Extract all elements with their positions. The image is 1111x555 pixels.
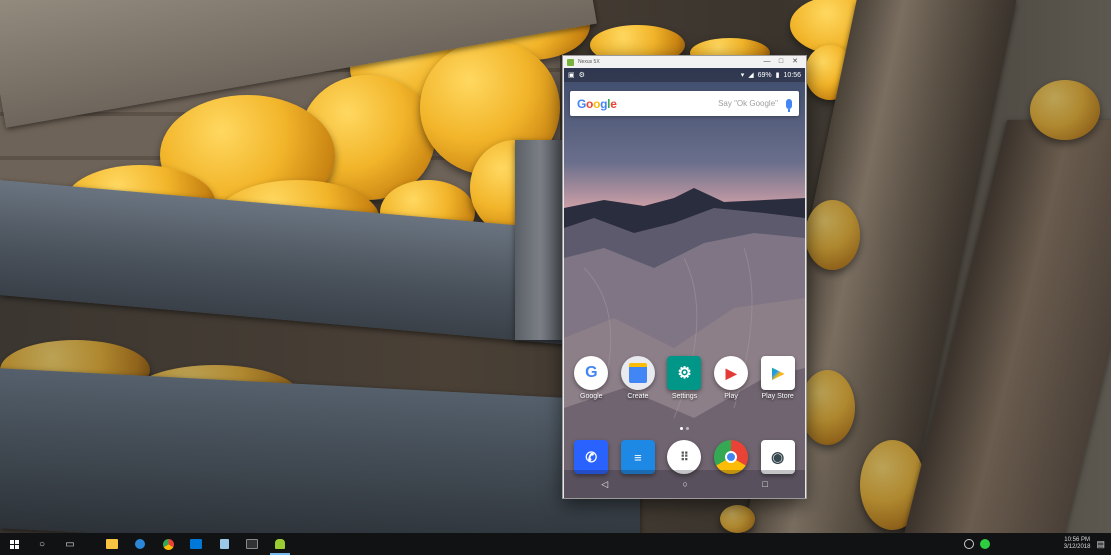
terminal-icon bbox=[246, 539, 258, 549]
dock-phone[interactable]: ✆ bbox=[569, 440, 613, 474]
folder-icon bbox=[106, 539, 118, 549]
emulator-title: Nexus 5X bbox=[578, 59, 600, 65]
crate-slat bbox=[0, 368, 640, 533]
lemon bbox=[800, 370, 855, 445]
android-navbar: ◁ ○ □ bbox=[564, 470, 805, 498]
app-label: Create bbox=[627, 393, 649, 400]
android-screen[interactable]: ▣ ⚙ ▾ ◢ 69% ▮ 10:56 Google Say "Ok Googl… bbox=[564, 68, 805, 498]
taskbar-chrome[interactable] bbox=[154, 533, 182, 555]
notification-image-icon: ▣ bbox=[568, 72, 575, 79]
play-store-icon: ▶ bbox=[760, 356, 795, 390]
windows-taskbar: ○ ▭ 10:56 PM 3/12/2018 ▤ bbox=[0, 533, 1111, 555]
settings-gear-icon: ⚙ bbox=[667, 356, 702, 390]
task-view-icon: ▭ bbox=[65, 538, 75, 550]
play-movies-icon: ▶ bbox=[714, 356, 749, 390]
chrome-icon bbox=[714, 440, 749, 474]
lemon bbox=[805, 200, 860, 270]
cortana-circle-icon: ○ bbox=[38, 538, 46, 550]
desktop-wallpaper bbox=[0, 0, 1111, 533]
action-center-icon[interactable]: ▤ bbox=[1096, 539, 1105, 550]
status-time: 10:56 bbox=[783, 71, 801, 79]
lemon bbox=[1030, 80, 1100, 140]
system-tray: 10:56 PM 3/12/2018 ▤ bbox=[963, 537, 1111, 551]
taskbar-android-emulator[interactable] bbox=[266, 533, 294, 555]
app-label: Play bbox=[724, 393, 738, 400]
app-drawer-icon: ⠿ bbox=[667, 440, 702, 474]
page-dot bbox=[686, 427, 689, 430]
dock-messages[interactable]: ≡ bbox=[616, 440, 660, 474]
tray-circle-icon[interactable] bbox=[963, 539, 974, 549]
dock-app-drawer[interactable]: ⠿ bbox=[662, 440, 706, 474]
lemon bbox=[720, 505, 755, 533]
windows-logo-icon bbox=[9, 539, 19, 549]
google-logo: Google bbox=[577, 96, 617, 111]
taskbar-terminal[interactable] bbox=[238, 533, 266, 555]
taskbar-edge[interactable] bbox=[126, 533, 154, 555]
mail-icon bbox=[190, 539, 202, 549]
minimize-button[interactable]: — bbox=[760, 56, 774, 68]
docs-create-icon bbox=[620, 356, 655, 390]
page-dot bbox=[680, 427, 683, 430]
taskbar-clock[interactable]: 10:56 PM 3/12/2018 bbox=[1064, 537, 1091, 551]
dock-chrome[interactable] bbox=[709, 440, 753, 474]
android-icon bbox=[567, 58, 574, 66]
crate-post bbox=[515, 140, 565, 340]
page-indicator bbox=[564, 427, 805, 430]
phone-icon: ✆ bbox=[574, 440, 609, 474]
home-app-row: G Google Create ⚙ Settings ▶ Play ▶ Play… bbox=[564, 356, 805, 400]
notepad-icon bbox=[219, 539, 229, 549]
android-icon bbox=[275, 539, 285, 549]
app-create[interactable]: Create bbox=[616, 356, 660, 400]
clock-date: 3/12/2018 bbox=[1063, 544, 1091, 550]
clock-time: 10:56 PM bbox=[1064, 537, 1090, 543]
tray-green-icon[interactable] bbox=[979, 539, 990, 549]
recents-icon[interactable]: □ bbox=[762, 479, 767, 489]
mic-icon[interactable] bbox=[786, 98, 792, 112]
dock-camera[interactable]: ◉ bbox=[756, 440, 800, 474]
app-label: Play Store bbox=[761, 393, 794, 400]
taskbar-file-explorer[interactable] bbox=[98, 533, 126, 555]
maximize-button[interactable]: □ bbox=[774, 56, 788, 68]
battery-percent: 69% bbox=[757, 71, 772, 79]
google-search-bar[interactable]: Google Say "Ok Google" bbox=[570, 91, 799, 116]
notification-settings-icon: ⚙ bbox=[578, 72, 585, 79]
home-icon[interactable]: ○ bbox=[683, 479, 688, 489]
search-hint: Say "Ok Google" bbox=[718, 99, 778, 108]
taskbar-notepad[interactable] bbox=[210, 533, 238, 555]
task-view-button[interactable]: ▭ bbox=[56, 533, 84, 555]
signal-icon: ◢ bbox=[748, 72, 754, 79]
dock-row: ✆ ≡ ⠿ ◉ bbox=[564, 440, 805, 474]
app-google[interactable]: G Google bbox=[569, 356, 613, 400]
app-play-store[interactable]: ▶ Play Store bbox=[756, 356, 800, 400]
app-play[interactable]: ▶ Play bbox=[709, 356, 753, 400]
app-label: Settings bbox=[671, 393, 698, 400]
close-button[interactable]: ✕ bbox=[788, 56, 802, 68]
edge-icon bbox=[135, 539, 145, 549]
emulator-window[interactable]: Nexus 5X — □ ✕ ▣ ⚙ ▾ ◢ 69% ▮ 10:56 Googl… bbox=[562, 55, 807, 499]
emulator-titlebar[interactable]: Nexus 5X — □ ✕ bbox=[563, 56, 806, 68]
android-statusbar: ▣ ⚙ ▾ ◢ 69% ▮ 10:56 bbox=[564, 68, 805, 82]
back-icon[interactable]: ◁ bbox=[601, 479, 608, 490]
google-app-icon: G bbox=[574, 356, 609, 390]
app-label: Google bbox=[580, 393, 603, 400]
start-button[interactable] bbox=[0, 533, 28, 555]
messages-icon: ≡ bbox=[620, 440, 655, 474]
wifi-icon: ▾ bbox=[740, 72, 745, 79]
cortana-button[interactable]: ○ bbox=[28, 533, 56, 555]
chrome-icon bbox=[162, 538, 174, 550]
taskbar-mail[interactable] bbox=[182, 533, 210, 555]
battery-icon: ▮ bbox=[775, 72, 780, 79]
camera-icon: ◉ bbox=[760, 440, 795, 474]
app-settings[interactable]: ⚙ Settings bbox=[662, 356, 706, 400]
